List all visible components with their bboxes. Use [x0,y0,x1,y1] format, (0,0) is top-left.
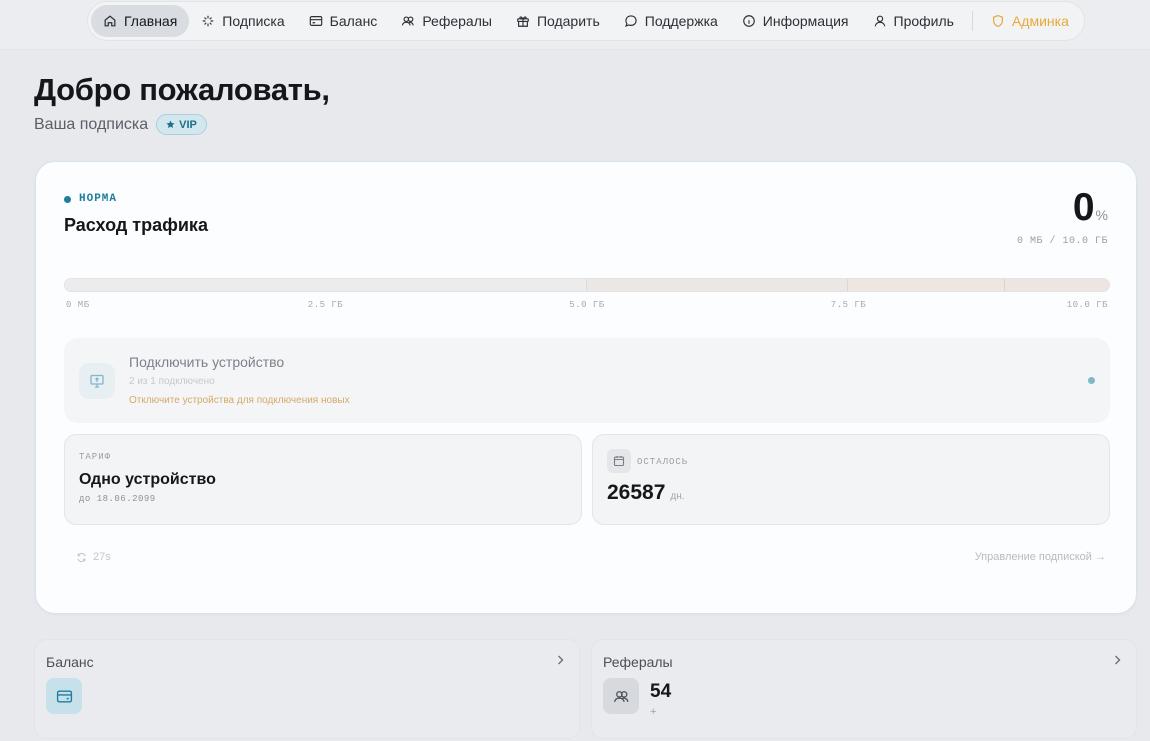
nav-item-info[interactable]: Информация [730,5,861,37]
percent-value: 0 [1072,186,1095,229]
nav-label: Поддержка [644,13,718,29]
tick-label: 10.0 ГБ [1066,300,1108,310]
user-icon [874,15,885,27]
star-icon [166,120,175,129]
traffic-percent: 0 % [1073,186,1108,230]
users-icon [402,16,415,26]
days-value: 26587 [607,481,666,504]
nav-item-support[interactable]: Поддержка [612,5,730,37]
home-icon [104,15,116,27]
balance-card[interactable]: Баланс [34,639,580,739]
calendar-icon [607,449,631,473]
vip-badge: VIP [156,114,207,135]
sparkle-icon [203,15,214,27]
traffic-ticks: 0 МБ 2.5 ГБ 5.0 ГБ 7.5 ГБ 10.0 ГБ [64,300,1110,312]
shield-icon [992,14,1003,28]
tick-label: 7.5 ГБ [830,300,867,310]
referrals-card[interactable]: Рефералы 54 + [591,639,1137,739]
nav-item-profile[interactable]: Профиль [861,5,966,37]
device-status-dot [1088,377,1095,384]
nav-label: Баланс [329,13,378,29]
referrals-delta: + [650,706,657,718]
percent-unit: % [1095,207,1108,223]
device-warning: Отключите устройства для подключения нов… [129,395,350,406]
nav-item-admin[interactable]: Админка [979,5,1081,37]
tariff-label: ТАРИФ [79,452,112,462]
info-icon [742,15,755,27]
referrals-count: 54 [650,681,672,702]
connect-device-button[interactable]: Подключить устройство 2 из 1 подключено … [64,338,1110,423]
traffic-bar [64,278,1110,292]
nav-divider [971,11,973,31]
remaining-tile: ОСТАЛОСЬ 26587 дн. [592,434,1110,525]
users-icon [603,678,639,714]
gift-icon [517,16,529,27]
chevron-right-icon [558,655,564,665]
wallet-icon [46,678,82,714]
tariff-until: до 18.06.2099 [79,494,156,504]
chevron-right-icon [1115,655,1121,665]
chat-icon [624,15,637,27]
nav-label: Информация [762,13,849,29]
bar-zone-normal [65,279,587,291]
page-title: Добро пожаловать, [34,72,330,107]
traffic-usage: 0 МБ / 10.0 ГБ [1016,236,1108,247]
tariff-name: Одно устройство [79,471,216,488]
traffic-card: НОРМА Расход трафика 0 % 0 МБ / 10.0 ГБ … [35,161,1137,614]
badge-label: VIP [179,118,197,131]
refresh-icon [77,552,86,562]
device-title: Подключить устройство [129,354,285,370]
nav-item-home[interactable]: Главная [91,5,190,37]
bar-zone-high [848,279,1005,291]
nav-item-referrals[interactable]: Рефералы [389,5,504,37]
main-nav: Главная Подписка Баланс Рефералы Подарит… [87,1,1085,41]
traffic-title: Расход трафика [64,215,208,235]
wallet-icon [309,16,322,26]
refresh-label: 27s [93,551,111,563]
nav-label: Подписка [222,13,285,29]
nav-label: Профиль [893,13,954,29]
remaining-label: ОСТАЛОСЬ [637,457,689,467]
refresh-timer[interactable]: 27s [76,551,111,563]
balance-title: Баланс [46,654,94,670]
tick-label: 2.5 ГБ [307,300,344,310]
tick-label: 0 МБ [66,300,90,310]
manage-subscription-link[interactable]: Управление подпиской → [975,551,1106,563]
days-unit: дн. [670,491,685,502]
nav-item-subscription[interactable]: Подписка [189,5,296,37]
subscription-line: Ваша подписка VIP [34,114,207,135]
status-dot [64,195,71,203]
traffic-status: НОРМА [64,193,117,205]
nav-item-balance[interactable]: Баланс [297,5,390,37]
bar-zone-moderate [587,279,848,291]
nav-label: Рефералы [422,13,492,29]
remaining-days: 26587 дн. [607,481,685,505]
status-label: НОРМА [79,193,118,205]
referrals-title: Рефералы [603,654,673,670]
bar-zone-critical [1004,279,1109,291]
nav-item-gift[interactable]: Подарить [504,5,612,37]
tariff-tile: ТАРИФ Одно устройство до 18.06.2099 [64,434,582,525]
nav-label: Подарить [536,13,600,29]
nav-label: Админка [1011,13,1069,29]
nav-label: Главная [124,13,178,29]
subscription-label: Ваша подписка [34,115,149,133]
monitor-icon [79,363,115,399]
top-bar: Главная Подписка Баланс Рефералы Подарит… [0,0,1150,50]
tick-label: 5.0 ГБ [569,300,605,310]
device-count: 2 из 1 подключено [129,376,215,387]
